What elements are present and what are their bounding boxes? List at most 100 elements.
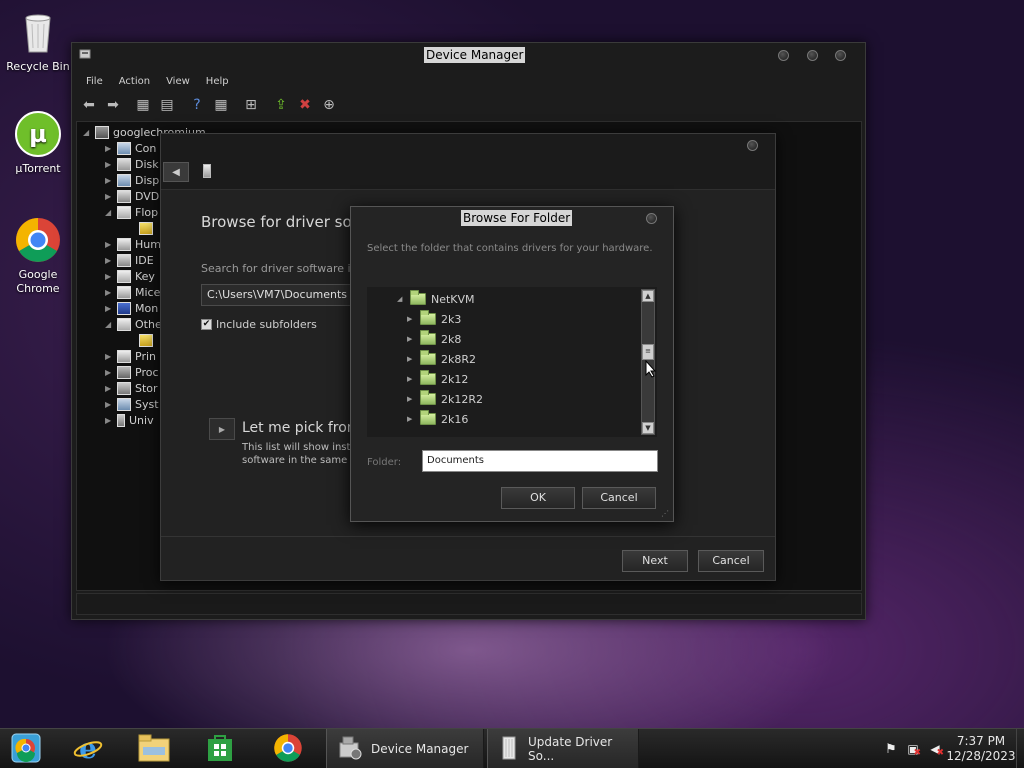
menu-view[interactable]: View bbox=[162, 73, 202, 91]
internet-explorer-icon: e bbox=[72, 732, 104, 767]
folder-item[interactable]: ▶ 2k12 bbox=[407, 370, 468, 387]
folder-item[interactable]: ▶ 2k8R2 bbox=[407, 350, 476, 367]
minimize-button[interactable] bbox=[778, 50, 789, 61]
tree-item[interactable]: ▶ Disk bbox=[105, 156, 159, 172]
tree-item[interactable]: ▶ IDE bbox=[105, 252, 154, 268]
utorrent-desktop-icon[interactable]: µ µTorrent bbox=[0, 110, 76, 175]
resize-grip-icon[interactable]: ⋰ bbox=[661, 509, 671, 519]
browse-for-folder-dialog: Browse For Folder Select the folder that… bbox=[350, 206, 674, 522]
close-button[interactable] bbox=[835, 50, 846, 61]
folder-item[interactable]: ▶ 2k3 bbox=[407, 310, 461, 327]
scroll-thumb[interactable]: ≡ bbox=[642, 344, 654, 360]
expand-arrow-icon[interactable]: ▶ bbox=[407, 415, 415, 423]
tree-item[interactable]: ▶ Disp bbox=[105, 172, 159, 188]
expand-arrow-icon[interactable]: ▶ bbox=[407, 375, 415, 383]
window-title: Device Manager bbox=[424, 47, 526, 63]
tree-item[interactable]: ◢ Othe bbox=[105, 316, 162, 332]
update-driver-icon bbox=[498, 735, 520, 764]
svg-text:µ: µ bbox=[29, 120, 47, 148]
start-button[interactable] bbox=[0, 732, 52, 766]
menu-help[interactable]: Help bbox=[202, 73, 241, 91]
start-orb-icon bbox=[10, 732, 42, 767]
list-view-icon[interactable]: ▤ bbox=[158, 96, 176, 114]
driver-path-input[interactable]: C:\Users\VM7\Documents bbox=[201, 284, 351, 306]
enable-device-icon[interactable]: ⊕ bbox=[320, 96, 338, 114]
tree-item[interactable]: ▶ Syst bbox=[105, 396, 159, 412]
folder-item[interactable]: ▶ 2k16 bbox=[407, 410, 468, 427]
folder-item[interactable]: ▶ 2k8 bbox=[407, 330, 461, 347]
volume-muted-icon[interactable]: ◀ ✖ bbox=[924, 742, 946, 758]
collapse-arrow-icon[interactable]: ◢ bbox=[397, 295, 405, 303]
taskbar-file-explorer[interactable] bbox=[128, 732, 180, 766]
help-icon[interactable]: ? bbox=[188, 96, 206, 114]
folder-item-netkvm[interactable]: ◢ NetKVM bbox=[397, 290, 475, 307]
folder-label: Folder: bbox=[367, 457, 402, 468]
tree-item[interactable]: ▶ Mon bbox=[105, 300, 158, 316]
back-arrow-icon[interactable]: ⬅ bbox=[80, 96, 98, 114]
scan-hardware-icon[interactable]: ⊞ bbox=[242, 96, 260, 114]
menu-file[interactable]: File bbox=[82, 73, 115, 91]
printer-icon bbox=[117, 349, 131, 363]
network-disconnected-icon[interactable]: ▣ ✖ bbox=[902, 742, 924, 758]
uninstall-icon[interactable]: ✖ bbox=[296, 96, 314, 114]
taskbar-internet-explorer[interactable]: e bbox=[62, 732, 114, 766]
collapse-arrow-icon[interactable]: ◢ bbox=[83, 128, 91, 137]
taskbar-chrome[interactable] bbox=[262, 732, 314, 766]
taskbar-store[interactable] bbox=[194, 732, 246, 766]
tree-item[interactable]: ▶ Proc bbox=[105, 364, 159, 380]
tree-item-warning[interactable] bbox=[139, 220, 153, 236]
chrome-desktop-icon[interactable]: Google Chrome bbox=[0, 216, 76, 296]
update-driver-icon bbox=[203, 164, 211, 178]
folder-icon bbox=[420, 350, 436, 365]
expand-arrow-icon[interactable]: ▶ bbox=[407, 395, 415, 403]
folder-item[interactable]: ▶ 2k12R2 bbox=[407, 390, 483, 407]
show-desktop-button[interactable] bbox=[1016, 729, 1024, 768]
usb-icon bbox=[117, 413, 125, 427]
title-bar[interactable]: Device Manager bbox=[72, 43, 865, 69]
wizard-cancel-button[interactable]: Cancel bbox=[698, 550, 764, 572]
ok-button[interactable]: OK bbox=[501, 487, 575, 509]
warning-device-icon bbox=[139, 221, 153, 235]
toolbar: ⬅ ➡ ▦ ▤ ? ▦ ⊞ ⇪ ✖ ⊕ bbox=[80, 95, 338, 115]
tree-item[interactable]: ▶ Mice bbox=[105, 284, 160, 300]
forward-arrow-icon[interactable]: ➡ bbox=[104, 96, 122, 114]
expand-arrow-icon[interactable]: ▶ bbox=[407, 355, 415, 363]
properties-icon[interactable]: ▦ bbox=[134, 96, 152, 114]
dialog-close-button[interactable] bbox=[646, 213, 657, 224]
taskbar-update-driver[interactable]: Update Driver So... bbox=[487, 729, 639, 768]
tree-item[interactable]: ▶ Key bbox=[105, 268, 155, 284]
include-subfolders-checkbox[interactable]: ✔ Include subfolders bbox=[201, 318, 317, 331]
tree-item[interactable]: ▶ Hum bbox=[105, 236, 161, 252]
computer-icon bbox=[117, 141, 131, 155]
clock[interactable]: 7:37 PM 12/28/2023 bbox=[946, 734, 1016, 764]
update-driver-icon[interactable]: ⇪ bbox=[272, 96, 290, 114]
tree-item-warning[interactable] bbox=[139, 332, 153, 348]
tree-item[interactable]: ▶ Stor bbox=[105, 380, 158, 396]
scroll-up-button[interactable]: ▲ bbox=[642, 290, 654, 302]
wizard-close-button[interactable] bbox=[747, 140, 758, 151]
tree-item[interactable]: ▶ Univ bbox=[105, 412, 154, 428]
tree-item[interactable]: ▶ Con bbox=[105, 140, 156, 156]
recycle-bin-desktop-icon[interactable]: Recycle Bin bbox=[0, 8, 76, 73]
next-button[interactable]: Next bbox=[622, 550, 688, 572]
tree-item[interactable]: ◢ Flop bbox=[105, 204, 158, 220]
dvd-drive-icon bbox=[117, 189, 131, 203]
taskbar-device-manager[interactable]: Device Manager bbox=[326, 729, 484, 768]
warning-device-icon bbox=[139, 333, 153, 347]
expand-arrow-icon[interactable]: ▶ bbox=[407, 335, 415, 343]
scroll-down-button[interactable]: ▼ bbox=[642, 422, 654, 434]
pick-from-list-title[interactable]: Let me pick fron bbox=[242, 420, 356, 436]
dialog-cancel-button[interactable]: Cancel bbox=[582, 487, 656, 509]
pick-from-list-button[interactable]: ▶ bbox=[209, 418, 235, 440]
details-icon[interactable]: ▦ bbox=[212, 96, 230, 114]
tree-item[interactable]: ▶ DVD bbox=[105, 188, 159, 204]
monitor-icon bbox=[117, 301, 131, 315]
maximize-button[interactable] bbox=[807, 50, 818, 61]
wizard-back-button[interactable]: ◀ bbox=[163, 162, 189, 182]
action-center-flag-icon[interactable]: ⚑ bbox=[880, 742, 902, 757]
expand-arrow-icon[interactable]: ▶ bbox=[407, 315, 415, 323]
tree-item[interactable]: ▶ Prin bbox=[105, 348, 156, 364]
menu-action[interactable]: Action bbox=[115, 73, 162, 91]
folder-input[interactable]: Documents bbox=[422, 450, 658, 472]
computer-icon bbox=[95, 125, 109, 139]
